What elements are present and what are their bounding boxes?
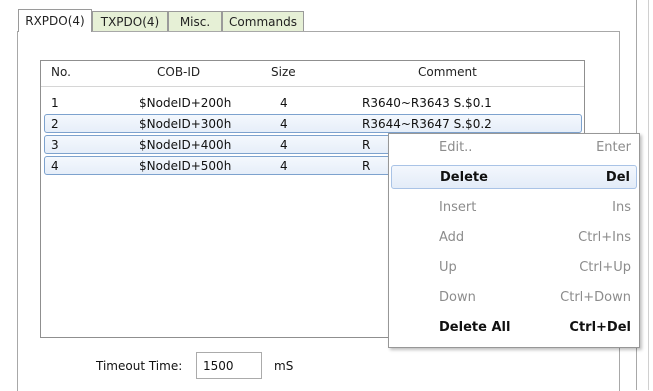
menu-item-insert[interactable]: Insert Ins [391,196,637,220]
tab-rxpdo[interactable]: RXPDO(4) [18,9,92,32]
menu-item-add[interactable]: Add Ctrl+Ins [391,226,637,250]
column-header-cob-id[interactable]: COB-ID [157,65,200,79]
cell-cob-id: $NodeID+200h [139,96,232,110]
cell-size: 4 [280,138,288,152]
cell-comment: R3640~R3643 S.$0.1 [362,96,492,110]
tab-misc[interactable]: Misc. [168,11,222,31]
menu-item-shortcut: Ctrl+Del [569,320,631,335]
table-row-selected[interactable] [44,114,582,133]
cell-cob-id: $NodeID+500h [139,159,232,173]
cell-comment: R [362,159,371,173]
menu-item-delete[interactable]: Delete Del [391,165,637,189]
menu-item-delete-all[interactable]: Delete All Ctrl+Del [391,316,637,340]
tab-txpdo[interactable]: TXPDO(4) [92,11,168,31]
cell-size: 4 [280,96,288,110]
menu-item-down[interactable]: Down Ctrl+Down [391,286,637,310]
cell-size: 4 [280,159,288,173]
menu-item-shortcut: Ctrl+Down [560,290,631,305]
cell-cob-id: $NodeID+300h [139,117,232,131]
tab-commands[interactable]: Commands [222,11,304,31]
header-divider [41,86,584,87]
context-menu: Edit.. Enter Delete Del Insert Ins Add C… [388,133,640,348]
menu-item-shortcut: Ctrl+Up [579,260,631,275]
cell-no: 1 [51,96,59,110]
timeout-unit: mS [274,359,294,373]
timeout-input[interactable] [196,352,262,379]
menu-item-shortcut: Ctrl+Ins [578,230,631,245]
menu-item-shortcut: Ins [612,200,631,215]
cell-no: 2 [51,117,59,131]
menu-item-label: Down [439,290,476,305]
menu-item-shortcut: Del [605,170,630,185]
cell-comment: R [362,138,371,152]
column-header-no[interactable]: No. [51,65,71,79]
menu-item-label: Add [439,230,465,245]
timeout-label: Timeout Time: [96,359,183,373]
table-row[interactable] [44,93,582,112]
menu-item-up[interactable]: Up Ctrl+Up [391,256,637,280]
column-header-comment[interactable]: Comment [418,65,477,79]
column-header-size[interactable]: Size [271,65,296,79]
cell-no: 4 [51,159,59,173]
menu-item-label: Up [439,260,457,275]
menu-item-shortcut: Enter [596,140,631,155]
menu-item-label: Insert [439,200,477,215]
menu-item-label: Edit.. [439,140,473,155]
menu-item-label: Delete [440,170,488,185]
window-edge-line [648,0,649,390]
menu-item-edit[interactable]: Edit.. Enter [391,136,637,160]
cell-size: 4 [280,117,288,131]
cell-comment: R3644~R3647 S.$0.2 [362,117,492,131]
cell-no: 3 [51,138,59,152]
menu-item-label: Delete All [439,320,511,335]
cell-cob-id: $NodeID+400h [139,138,232,152]
